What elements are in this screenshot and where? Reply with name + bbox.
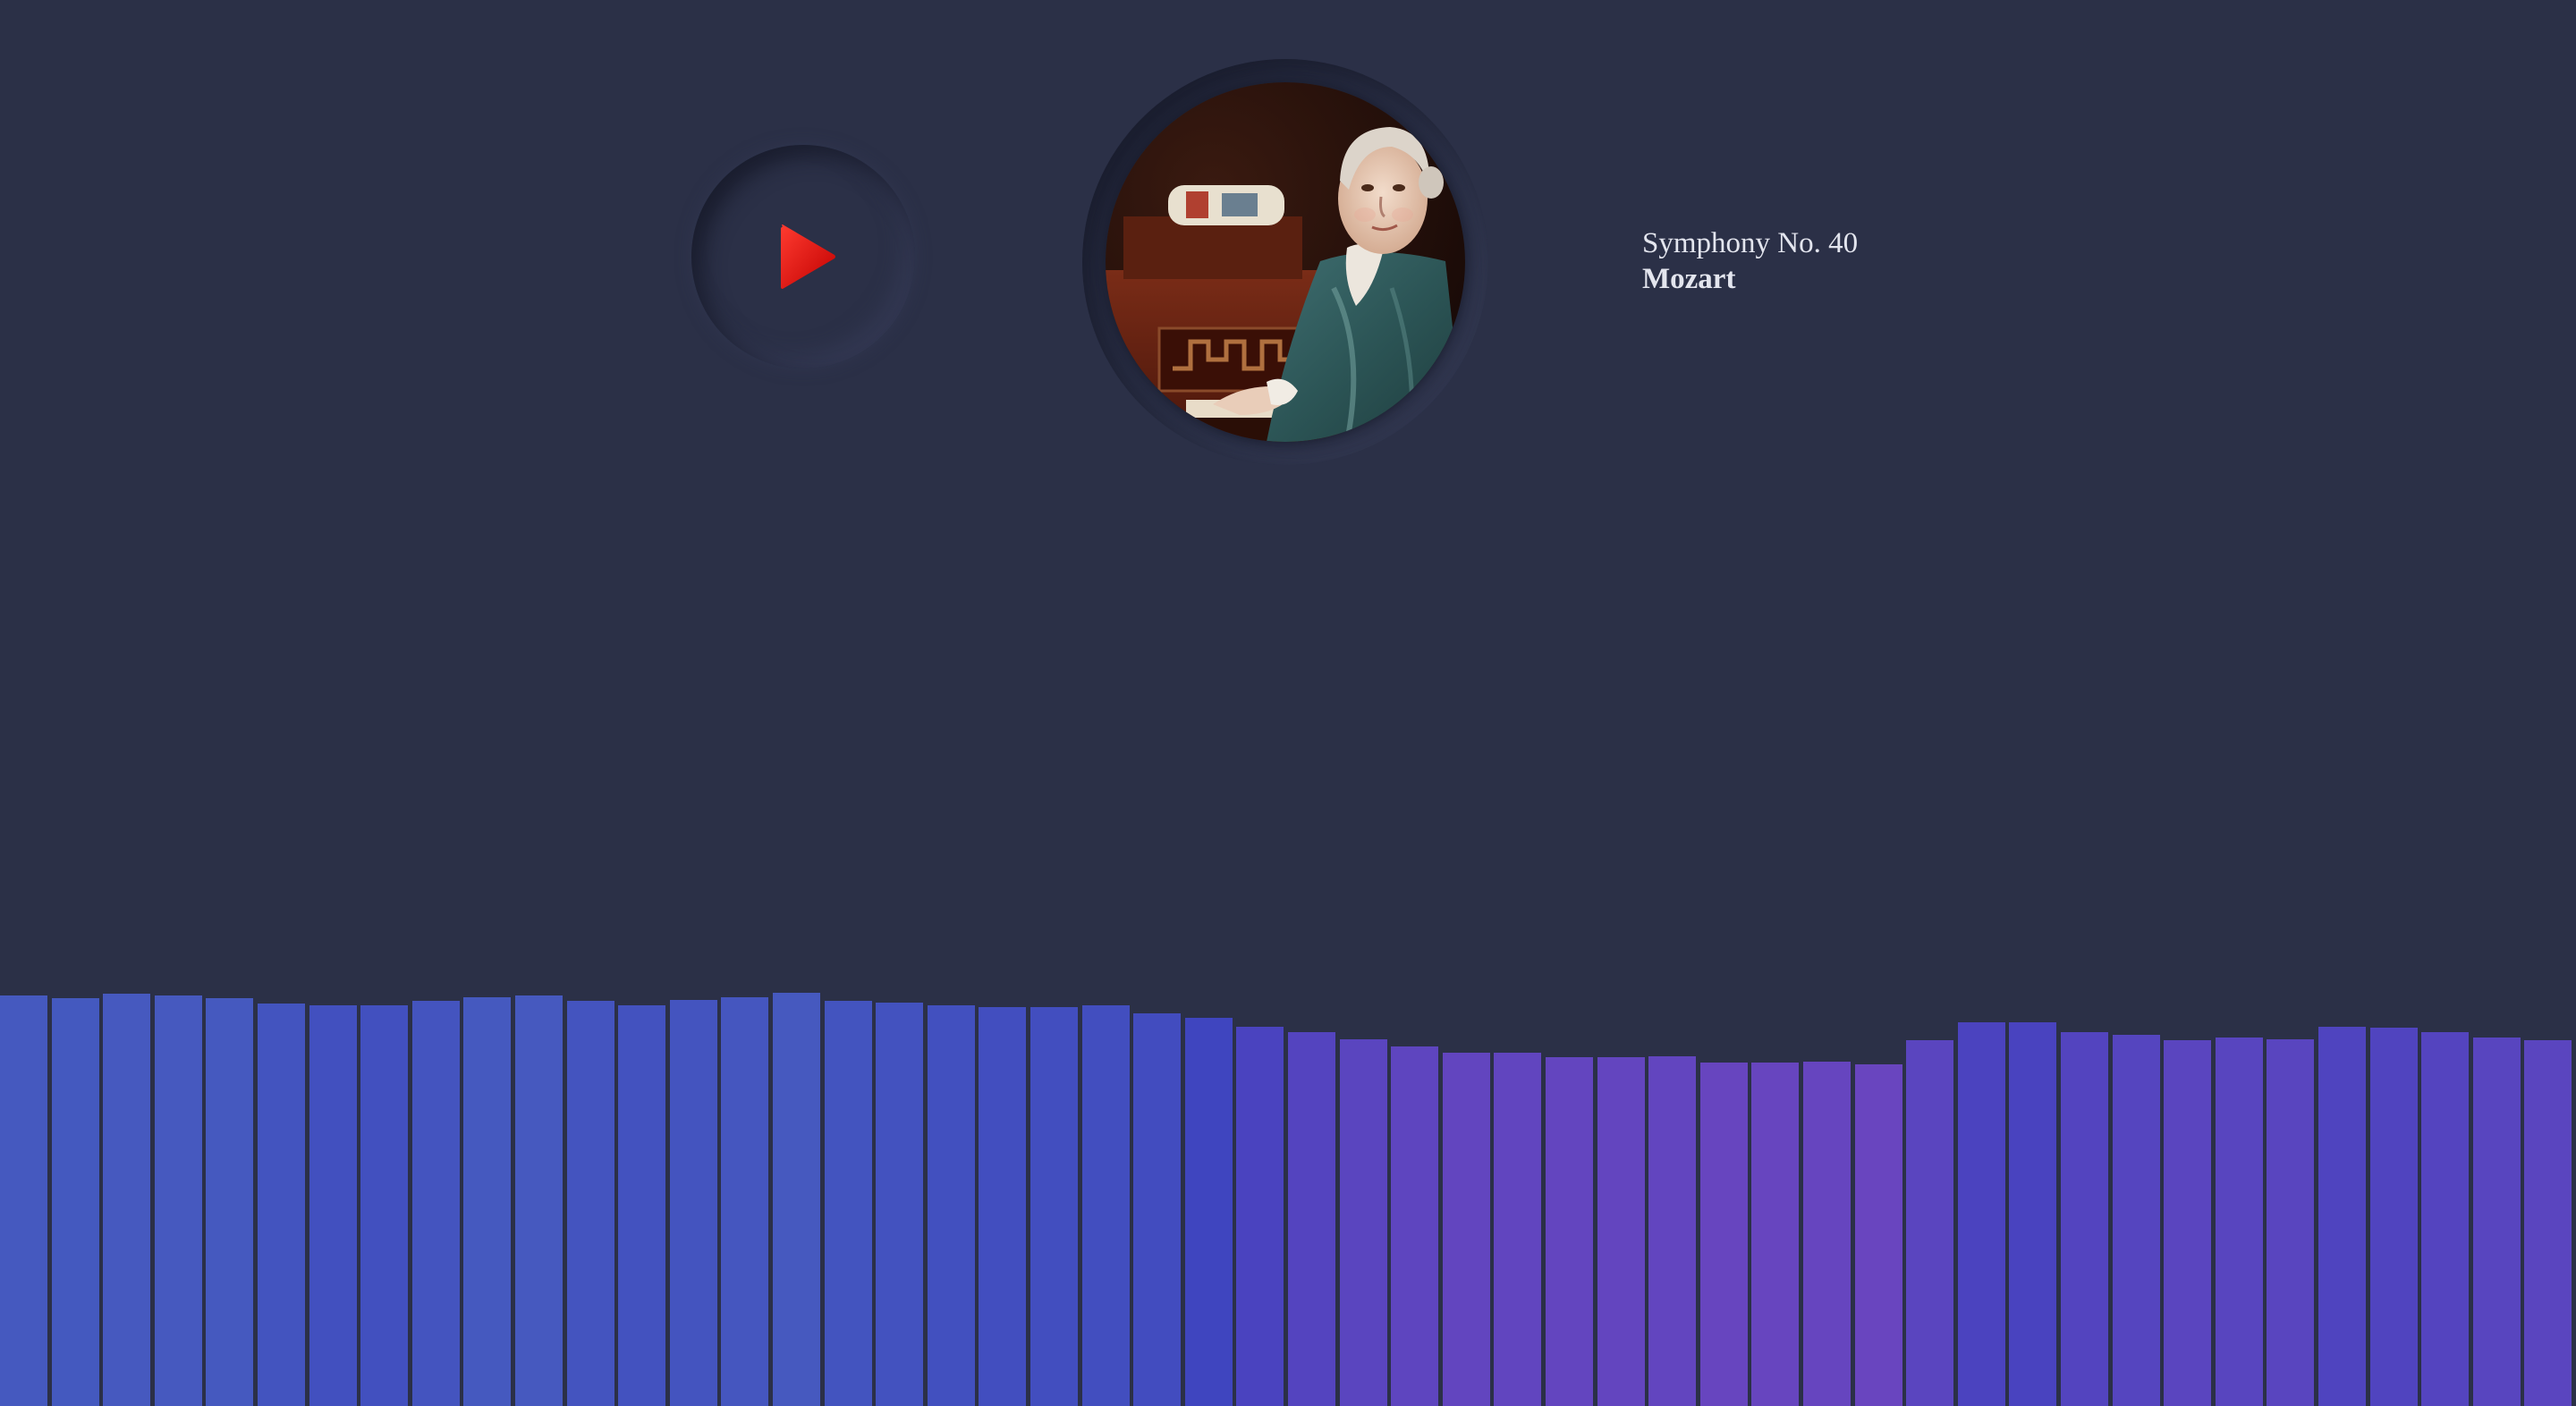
visualizer-bar <box>1546 1057 1593 1406</box>
visualizer-bar <box>2473 1038 2521 1406</box>
visualizer-bar <box>670 1000 717 1406</box>
visualizer-bar <box>1803 1062 1851 1406</box>
visualizer-bar <box>2061 1032 2108 1406</box>
mozart-portrait-image <box>1106 82 1465 442</box>
visualizer-bar <box>825 1001 872 1406</box>
visualizer-bar <box>567 1001 614 1406</box>
visualizer-bar <box>2113 1035 2160 1406</box>
visualizer-bar <box>1958 1022 2005 1406</box>
visualizer-bar <box>1133 1013 1181 1406</box>
visualizer-bar <box>360 1005 408 1406</box>
visualizer-bar <box>2009 1022 2056 1406</box>
visualizer-bar <box>412 1001 460 1406</box>
visualizer-bar <box>1443 1053 1490 1406</box>
visualizer-bar <box>1391 1046 1438 1406</box>
visualizer-bar <box>52 998 99 1406</box>
visualizer-bar <box>309 1005 357 1406</box>
visualizer-bar <box>2267 1039 2314 1406</box>
visualizer-bar <box>2164 1040 2211 1406</box>
music-player-page: Symphony No. 40 Mozart <box>0 0 2576 1406</box>
play-icon <box>781 224 835 289</box>
visualizer-bar <box>1340 1039 1387 1406</box>
play-button[interactable] <box>691 145 915 368</box>
visualizer-bar <box>618 1005 665 1406</box>
visualizer-bar <box>1494 1053 1541 1406</box>
visualizer-bar <box>1082 1005 1130 1406</box>
visualizer-bar <box>103 994 150 1406</box>
visualizer-bar <box>1700 1063 1748 1406</box>
visualizer-bar <box>1906 1040 1953 1406</box>
visualizer-bar <box>1855 1064 1902 1406</box>
visualizer-bar <box>2318 1027 2366 1406</box>
visualizer-bar <box>2421 1032 2469 1406</box>
visualizer-bar <box>1185 1018 1233 1406</box>
visualizer-bar <box>1648 1056 1696 1406</box>
visualizer-bar <box>2370 1028 2418 1406</box>
track-info: Symphony No. 40 Mozart <box>1642 225 1858 297</box>
visualizer-bar <box>1236 1027 1284 1406</box>
visualizer-bar <box>721 997 768 1406</box>
visualizer-bar <box>0 995 47 1406</box>
visualizer-bar <box>1288 1032 1335 1406</box>
visualizer-bar <box>258 1004 305 1406</box>
visualizer-bar <box>773 993 820 1406</box>
album-art <box>1106 82 1465 442</box>
visualizer-bar <box>2216 1038 2263 1406</box>
visualizer-bar <box>206 998 253 1406</box>
track-title: Symphony No. 40 <box>1642 227 1859 259</box>
track-artist: Mozart <box>1642 263 1736 295</box>
visualizer-bar <box>463 997 511 1406</box>
visualizer-bar <box>155 995 202 1406</box>
visualizer-bar <box>1751 1063 1799 1406</box>
visualizer-bar <box>2524 1040 2572 1406</box>
visualizer-bar <box>876 1003 923 1406</box>
visualizer-bar <box>515 995 563 1406</box>
visualizer-bar <box>928 1005 975 1406</box>
visualizer-bar <box>979 1007 1026 1406</box>
visualizer-bar <box>1030 1007 1078 1406</box>
visualizer-bar <box>1597 1057 1645 1406</box>
